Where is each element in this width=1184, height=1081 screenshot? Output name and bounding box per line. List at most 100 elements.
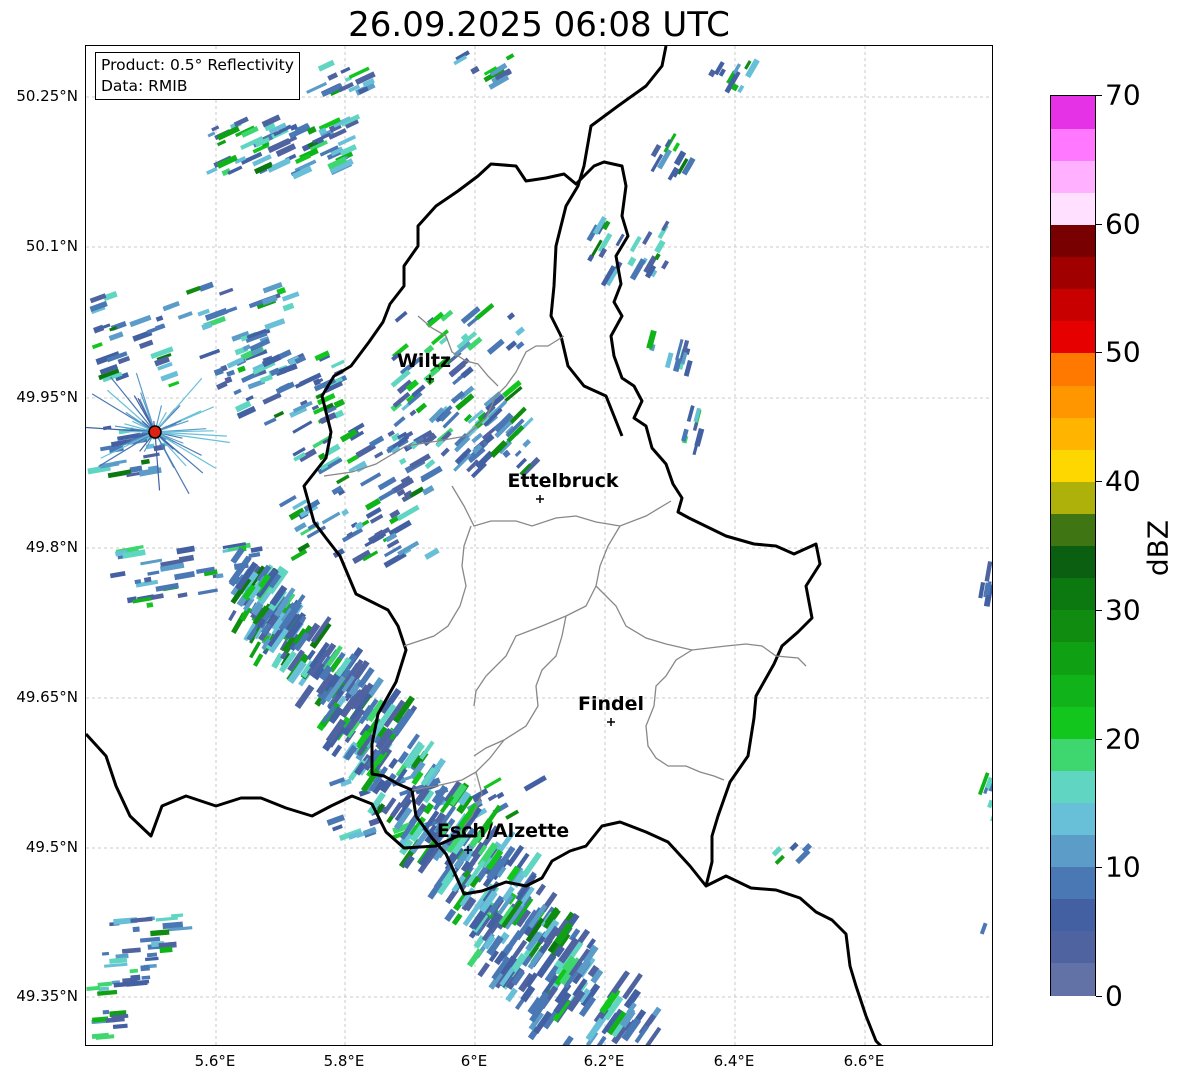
colorbar-segment: [1051, 192, 1095, 226]
echo-cell: [561, 1035, 574, 1045]
echo-cell: [108, 331, 124, 342]
echo-cell: [331, 744, 343, 758]
colorbar-segment: [1051, 545, 1095, 579]
colorbar-tick: [1096, 352, 1102, 354]
echo-cell: [505, 809, 520, 820]
country-border: [705, 874, 883, 1045]
echo-cell: [496, 791, 505, 799]
echo-cell: [420, 465, 443, 482]
map-canvas: [86, 46, 993, 1045]
colorbar-segment: [1051, 96, 1095, 129]
echo-cell: [692, 422, 699, 432]
echo-cell: [409, 409, 417, 417]
echo-cell: [396, 504, 420, 521]
lat-label: 49.35°N: [16, 987, 78, 1005]
echo-cell: [207, 131, 216, 138]
product-label: Product: 0.5° Reflectivity: [101, 56, 294, 74]
colorbar-tick: [1096, 996, 1102, 997]
lon-label: 6.2°E: [583, 1052, 625, 1070]
echo-cell: [170, 913, 184, 918]
echo-cell: [155, 315, 164, 322]
echo-cell: [262, 392, 282, 405]
colorbar-tick: [1096, 738, 1102, 740]
echo-cell: [226, 369, 236, 377]
echo-cell: [341, 508, 350, 517]
echo-cell: [515, 341, 525, 350]
colorbar-segment: [1051, 513, 1095, 547]
echo-cell: [398, 457, 407, 465]
canton-boundary: [473, 615, 567, 757]
echo-cell: [216, 139, 227, 147]
echo-cell: [505, 340, 518, 352]
colorbar-segment: [1051, 641, 1095, 675]
colorbar-tick-label: 40: [1105, 464, 1141, 498]
echo-cell: [984, 561, 992, 582]
colorbar-tick-label: 20: [1105, 722, 1141, 756]
colorbar-segment: [1051, 706, 1095, 739]
colorbar-tick-label: 30: [1105, 593, 1141, 627]
colorbar-tick-label: 70: [1105, 78, 1141, 112]
echo-cell: [177, 592, 188, 599]
echo-cell: [129, 968, 139, 974]
echo-cell: [112, 1023, 128, 1030]
echo-cell: [263, 417, 277, 426]
colorbar-segment: [1051, 449, 1095, 482]
colorbar-segment: [1051, 673, 1095, 707]
echo-cell: [368, 435, 385, 448]
colorbar-segment: [1051, 609, 1095, 643]
echo-cell: [275, 381, 295, 395]
echo-cell: [140, 964, 150, 972]
echo-cell: [237, 365, 246, 373]
echo-cell: [321, 511, 341, 525]
echo-cell: [683, 360, 693, 377]
echo-cell: [477, 962, 491, 978]
echo-cell: [337, 134, 357, 147]
echo-cell: [979, 922, 988, 935]
data-source-label: Data: RMIB: [101, 77, 188, 95]
colorbar-tick: [1096, 867, 1102, 869]
echo-cell: [199, 348, 221, 360]
colorbar-tick: [1096, 95, 1102, 96]
colorbar-segment: [1051, 352, 1095, 386]
echo-cell: [91, 342, 103, 350]
echo-cell: [163, 301, 180, 311]
colorbar-segment: [1051, 417, 1095, 450]
clutter-ray: [154, 431, 161, 491]
echo-cell: [174, 570, 195, 581]
echo-cell: [992, 922, 993, 931]
echo-cell: [248, 552, 261, 559]
lon-label: 6°E: [460, 1052, 488, 1070]
echo-cell: [264, 318, 286, 331]
echo-cell: [216, 125, 240, 141]
colorbar-segment: [1051, 160, 1095, 193]
colorbar-segment: [1051, 930, 1095, 964]
colorbar-segment: [1051, 481, 1095, 514]
echo-cell: [505, 53, 515, 61]
colorbar-unit-label: dBZ: [1141, 519, 1175, 577]
echo-cell: [393, 416, 406, 428]
echo-cell: [211, 125, 220, 132]
echo-cell: [331, 824, 343, 832]
lat-label: 50.25°N: [16, 87, 78, 105]
colorbar-tick: [1096, 609, 1102, 611]
echo-cell: [146, 952, 158, 958]
echo-cell: [795, 848, 811, 865]
echo-cell: [130, 974, 141, 981]
echo-cell: [346, 454, 359, 465]
echo-cell: [146, 602, 154, 608]
echo-cell: [141, 975, 151, 980]
colorbar-segment: [1051, 802, 1095, 836]
echo-cell: [245, 395, 254, 402]
lat-label: 50.1°N: [25, 237, 78, 255]
echo-cell: [250, 546, 263, 553]
colorbar-segment: [1051, 770, 1095, 803]
lon-label: 6.4°E: [713, 1052, 755, 1070]
colorbar-segment: [1051, 288, 1095, 322]
colorbar-segment: [1051, 834, 1095, 868]
echo-cell: [535, 883, 546, 896]
echo-cell: [129, 314, 152, 328]
colorbar-tick: [1096, 481, 1102, 483]
canton-boundary: [473, 585, 597, 707]
lon-label: 6.6°E: [843, 1052, 885, 1070]
echo-cell: [86, 985, 101, 991]
